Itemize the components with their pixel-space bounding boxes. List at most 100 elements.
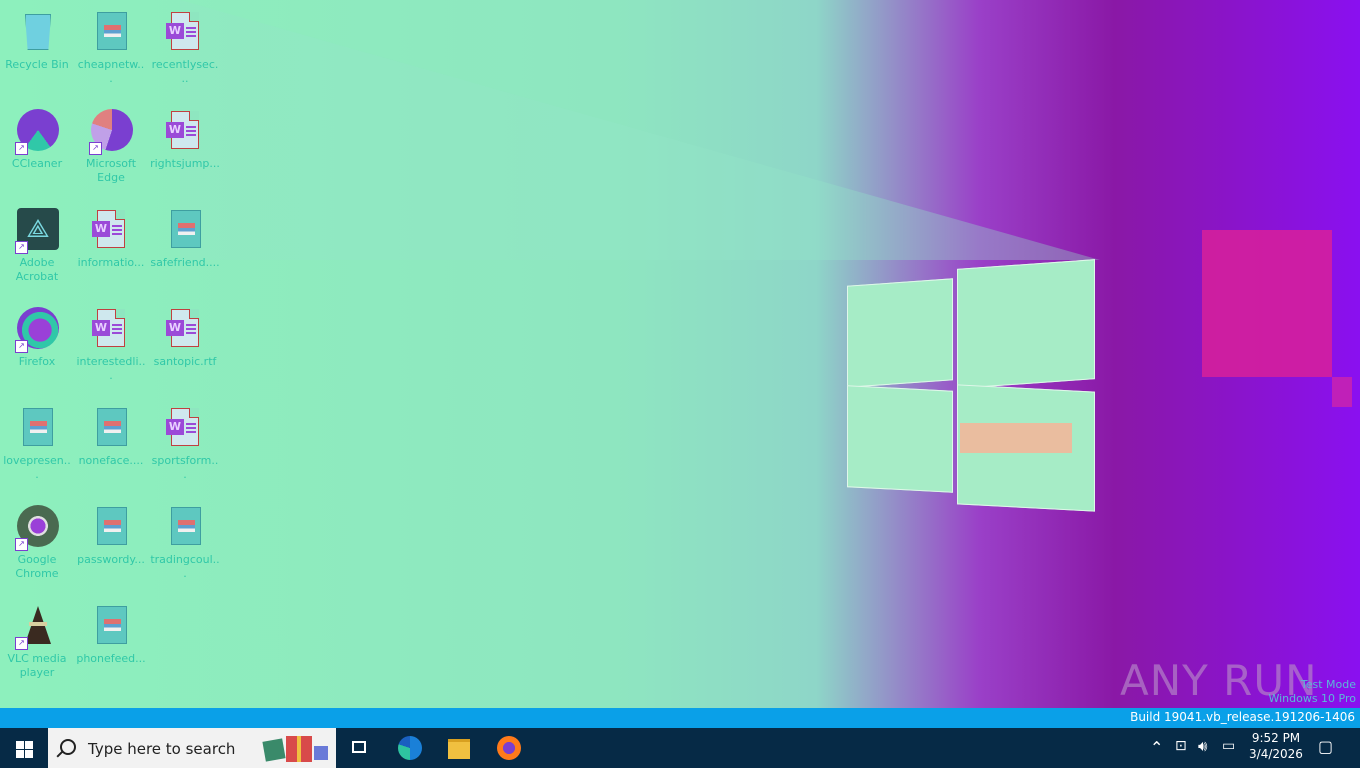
image-file-icon bbox=[163, 505, 207, 551]
word-document-icon: W bbox=[163, 406, 207, 452]
test-mode-label: Test Mode bbox=[1300, 678, 1356, 691]
icon-label: lovepresen... bbox=[3, 454, 71, 481]
image-file-icon bbox=[89, 10, 133, 56]
logo-highlight bbox=[960, 423, 1072, 453]
desktop-icon-microsoft-edge[interactable]: ↗ Microsoft Edge bbox=[74, 101, 148, 185]
desktop-icon-tradingcoul[interactable]: tradingcoul... bbox=[148, 497, 222, 581]
shortcut-arrow-icon: ↗ bbox=[15, 538, 28, 551]
recycle-bin-icon bbox=[15, 10, 59, 56]
taskbar-file-explorer-button[interactable] bbox=[435, 728, 483, 768]
google-chrome-icon: ↗ bbox=[15, 505, 59, 551]
image-file-icon bbox=[89, 505, 133, 551]
firefox-icon bbox=[497, 736, 521, 760]
icon-label: tradingcoul... bbox=[150, 553, 220, 580]
desktop-icon-phonefeed[interactable]: phonefeed... bbox=[74, 596, 148, 666]
shortcut-arrow-icon: ↗ bbox=[15, 142, 28, 155]
desktop-icon-lovepresen[interactable]: lovepresen... bbox=[0, 398, 74, 482]
adobe-acrobat-icon: ⟁ ↗ bbox=[15, 208, 59, 254]
show-hidden-icons-chevron-icon[interactable]: ⌃ bbox=[1150, 738, 1163, 757]
windows-version-label: Windows 10 Pro bbox=[1268, 692, 1356, 705]
windows-logo-icon bbox=[16, 741, 24, 749]
word-document-icon: W bbox=[163, 307, 207, 353]
icon-label: cheapnetw... bbox=[77, 58, 145, 85]
taskbar-firefox-button[interactable] bbox=[485, 728, 533, 768]
icon-label: Adobe Acrobat bbox=[15, 256, 59, 283]
icon-label: rightsjump... bbox=[150, 157, 220, 170]
icon-label: VLC media player bbox=[7, 652, 67, 679]
word-document-icon: W bbox=[89, 208, 133, 254]
task-view-icon bbox=[352, 741, 366, 753]
notification-center-icon[interactable]: ▢ bbox=[1318, 737, 1333, 756]
desktop-icon-recentlysec[interactable]: W recentlysec... bbox=[148, 2, 222, 86]
desktop-icon-santopic[interactable]: W santopic.rtf bbox=[148, 299, 222, 369]
taskbar: Type here to search ⌃ ⊡ 🔊︎ ▭ 9:52 PM 3/4… bbox=[0, 728, 1360, 768]
clock[interactable]: 9:52 PM 3/4/2026 bbox=[1244, 731, 1308, 761]
clock-time: 9:52 PM bbox=[1251, 731, 1301, 745]
desktop-icon-interestedli[interactable]: W interestedli... bbox=[74, 299, 148, 383]
pink-artifact-small bbox=[1332, 377, 1352, 407]
icon-label: phonefeed... bbox=[76, 652, 146, 665]
desktop-icon-sportsform[interactable]: W sportsform... bbox=[148, 398, 222, 482]
task-view-button[interactable] bbox=[336, 728, 384, 768]
desktop-icon-vlc[interactable]: ↗ VLC media player bbox=[0, 596, 74, 680]
image-file-icon bbox=[15, 406, 59, 452]
desktop-icon-cheapnetw[interactable]: cheapnetw... bbox=[74, 2, 148, 86]
desktop-icon-rightsjump[interactable]: W rightsjump... bbox=[148, 101, 222, 171]
build-string: Build 19041.vb_release.191206-1406 bbox=[1130, 710, 1355, 724]
icon-label: CCleaner bbox=[11, 157, 63, 170]
windows-logo-pane-tl bbox=[847, 278, 953, 388]
icon-label: interestedli... bbox=[76, 355, 146, 382]
desktop-background: Recycle Bin ↗ CCleaner ⟁ ↗ Adobe Acrobat… bbox=[0, 0, 1360, 708]
shortcut-arrow-icon: ↗ bbox=[15, 637, 28, 650]
shortcut-arrow-icon: ↗ bbox=[89, 142, 102, 155]
image-file-icon bbox=[163, 208, 207, 254]
word-document-icon: W bbox=[163, 109, 207, 155]
icon-label: passwordy... bbox=[77, 553, 145, 566]
test-mode-text: Test Mode Windows 10 Pro bbox=[1268, 678, 1356, 706]
image-file-icon bbox=[89, 604, 133, 650]
icon-label: Google Chrome bbox=[15, 553, 59, 580]
windows-logo-pane-tr bbox=[957, 259, 1095, 389]
icon-label: informatio... bbox=[77, 256, 145, 269]
light-beam bbox=[180, 0, 1100, 260]
search-icon bbox=[60, 739, 76, 755]
desktop-icon-firefox[interactable]: ↗ Firefox bbox=[0, 299, 74, 369]
icon-label: santopic.rtf bbox=[153, 355, 217, 368]
desktop-icon-passwordy[interactable]: passwordy... bbox=[74, 497, 148, 567]
desktop-icon-safefriend[interactable]: safefriend.... bbox=[148, 200, 222, 270]
folder-icon bbox=[448, 739, 470, 759]
network-icon[interactable]: ▭ bbox=[1222, 738, 1235, 754]
clock-date: 3/4/2026 bbox=[1249, 747, 1303, 761]
windows-logo-pane-bl bbox=[847, 385, 953, 493]
desktop-icon-adobe-acrobat[interactable]: ⟁ ↗ Adobe Acrobat bbox=[0, 200, 74, 284]
icon-label: sportsform... bbox=[151, 454, 219, 481]
shortcut-arrow-icon: ↗ bbox=[15, 241, 28, 254]
firefox-icon: ↗ bbox=[15, 307, 59, 353]
desktop-icon-recycle-bin[interactable]: Recycle Bin bbox=[0, 2, 74, 72]
desktop-icon-ccleaner[interactable]: ↗ CCleaner bbox=[0, 101, 74, 171]
desktop-icon-noneface[interactable]: noneface.... bbox=[74, 398, 148, 468]
shortcut-arrow-icon: ↗ bbox=[15, 340, 28, 353]
start-button[interactable] bbox=[0, 728, 48, 768]
desktop-icon-informatio[interactable]: W informatio... bbox=[74, 200, 148, 270]
desktop-icon-google-chrome[interactable]: ↗ Google Chrome bbox=[0, 497, 74, 581]
pink-artifact bbox=[1202, 230, 1332, 377]
image-file-icon bbox=[89, 406, 133, 452]
vlc-icon: ↗ bbox=[15, 604, 59, 650]
icon-label: safefriend.... bbox=[150, 256, 220, 269]
search-highlight-gift-icon bbox=[262, 734, 330, 762]
taskbar-edge-button[interactable] bbox=[386, 728, 434, 768]
taskbar-search-box[interactable]: Type here to search bbox=[48, 728, 336, 768]
ccleaner-icon: ↗ bbox=[15, 109, 59, 155]
icon-label: Microsoft Edge bbox=[85, 157, 137, 184]
word-document-icon: W bbox=[89, 307, 133, 353]
search-placeholder: Type here to search bbox=[88, 740, 236, 758]
webcam-icon[interactable]: ⊡ bbox=[1175, 738, 1187, 754]
microsoft-edge-icon: ↗ bbox=[89, 109, 133, 155]
word-document-icon: W bbox=[163, 10, 207, 56]
volume-icon[interactable]: 🔊︎ bbox=[1198, 737, 1207, 755]
edge-icon bbox=[398, 736, 422, 760]
icon-label: recentlysec... bbox=[151, 58, 219, 85]
icon-label: Firefox bbox=[18, 355, 56, 368]
icon-label: Recycle Bin bbox=[5, 58, 69, 71]
